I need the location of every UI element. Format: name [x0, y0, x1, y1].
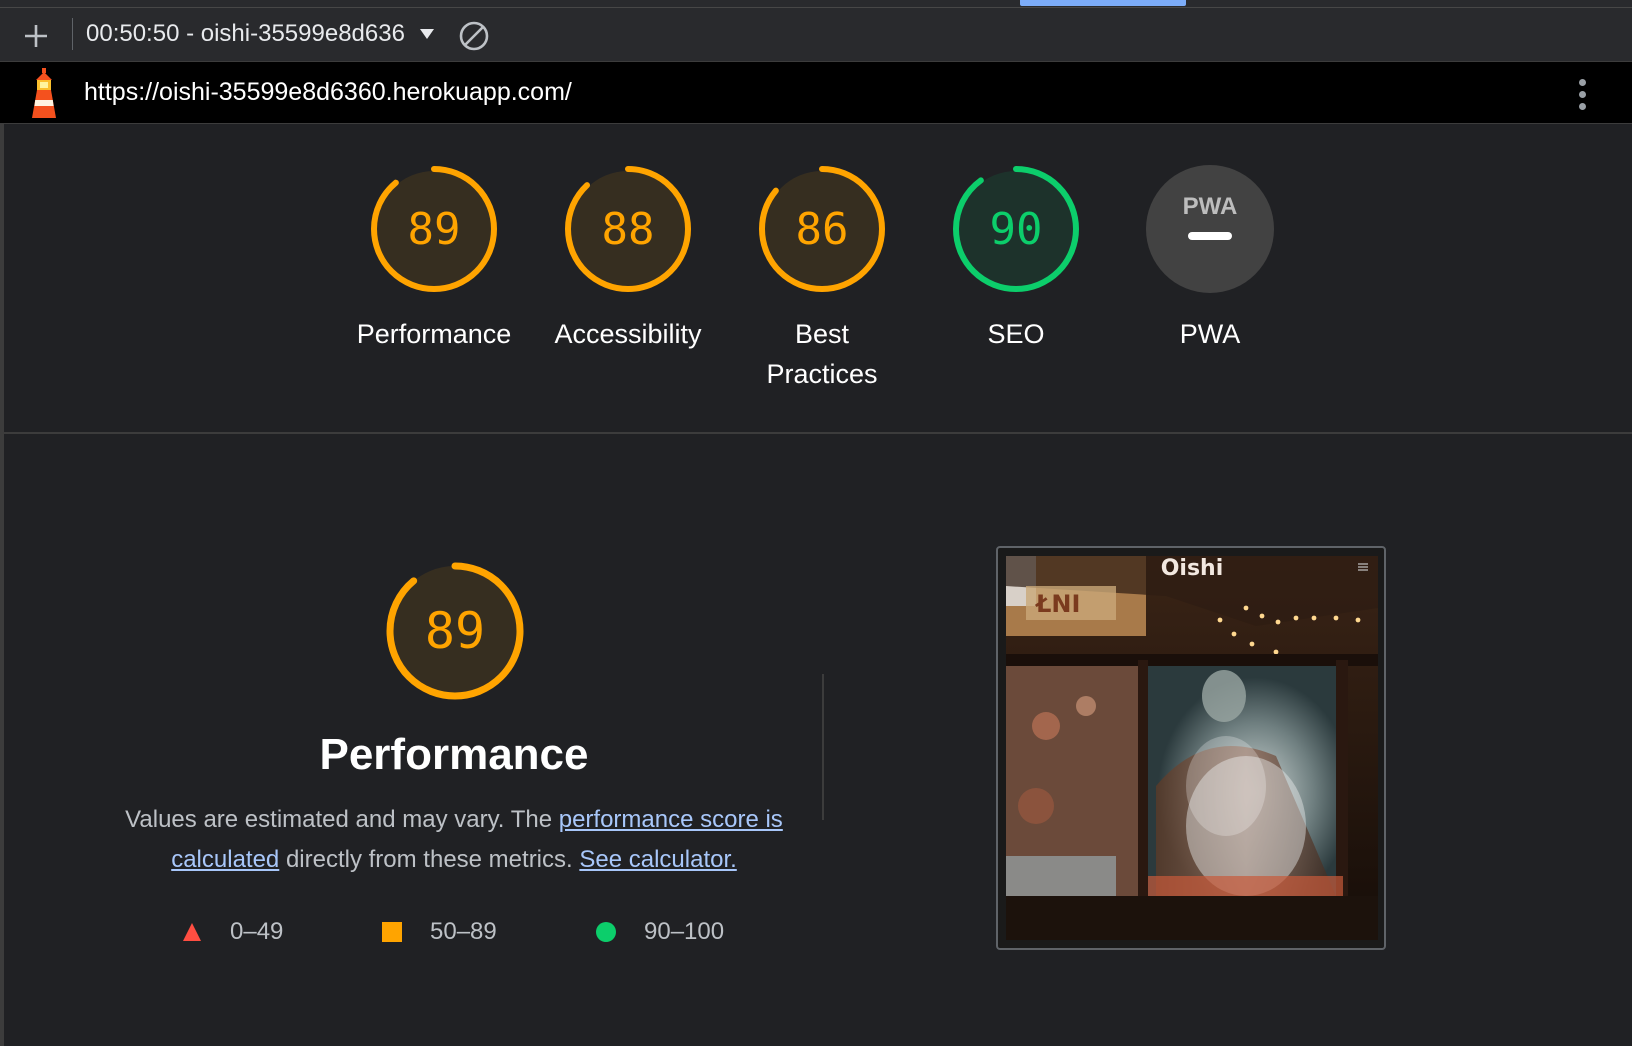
report-url[interactable]: https://oishi-35599e8d6360.herokuapp.com… — [84, 78, 572, 107]
gauge-label: Best Practices — [766, 319, 878, 389]
gauge-performance[interactable]: 89 Performance — [344, 164, 524, 354]
gauge-label: Performance — [356, 319, 512, 349]
chevron-down-icon — [420, 29, 434, 39]
screenshot-brand: Oishi — [1160, 556, 1224, 581]
gauge-score: 88 — [602, 204, 655, 255]
gauge-ring: 86 — [759, 166, 885, 292]
gauge-score: 86 — [796, 204, 849, 255]
new-report-button[interactable] — [18, 18, 54, 54]
gauge-label: SEO — [987, 319, 1045, 349]
plus-icon — [25, 25, 47, 47]
legend-average: 50–89 — [382, 918, 497, 946]
performance-gauge-score: 89 — [425, 602, 485, 660]
toolbar-divider — [72, 18, 73, 50]
performance-gauge: 89 — [386, 562, 524, 700]
performance-description: Values are estimated and may vary. The p… — [114, 800, 794, 880]
legend-fail: 0–49 — [182, 918, 283, 946]
description-text-middle: directly from these metrics. — [279, 846, 580, 873]
triangle-icon — [183, 923, 201, 941]
gauge-ring: PWA — [1146, 165, 1274, 293]
performance-title: Performance — [319, 730, 589, 779]
legend-range: 90–100 — [644, 918, 725, 945]
gauge-label: PWA — [1179, 319, 1241, 349]
gauge-pwa[interactable]: PWA PWA — [1120, 164, 1300, 354]
clear-reports-button[interactable] — [456, 18, 492, 54]
score-legend: 0–49 50–89 90–100 — [182, 918, 762, 958]
report-selector-label: 00:50:50 - oishi-35599e8d636 — [86, 20, 405, 47]
report-selector[interactable]: 00:50:50 - oishi-35599e8d636 — [86, 18, 434, 50]
legend-range: 0–49 — [230, 918, 284, 945]
dash-icon — [1188, 232, 1232, 240]
see-calculator-link[interactable]: See calculator. — [579, 846, 736, 873]
gauge-accessibility[interactable]: 88 Accessibility — [538, 164, 718, 354]
legend-range: 50–89 — [430, 918, 497, 945]
gauge-score: 90 — [990, 204, 1043, 255]
gauge-ring: 89 — [371, 166, 497, 292]
gauge-label: Accessibility — [554, 319, 702, 349]
tab-strip — [0, 0, 1632, 8]
kebab-menu-icon[interactable] — [1570, 76, 1594, 112]
gauge-score: 89 — [408, 204, 461, 255]
score-gauges: 89 Performance 88 Accessibility 86 Best Pract… — [0, 124, 1632, 434]
block-icon — [459, 21, 489, 51]
svg-text:ŁNI: ŁNI — [1034, 590, 1080, 618]
gauge-ring: 90 — [953, 166, 1079, 292]
final-screenshot[interactable]: ŁNI Oishi — [996, 546, 1386, 950]
devtools-toolbar: 00:50:50 - oishi-35599e8d636 — [0, 0, 1632, 62]
legend-pass: 90–100 — [596, 918, 724, 946]
description-text: Values are estimated and may vary. The — [125, 806, 559, 833]
hamburger-icon — [1358, 563, 1368, 571]
restaurant-photo: ŁNI — [1006, 556, 1378, 940]
square-icon — [382, 922, 402, 942]
pwa-badge-icon: PWA — [1183, 193, 1238, 220]
lighthouse-icon — [32, 68, 56, 118]
screenshot-image: ŁNI Oishi — [1006, 556, 1378, 940]
performance-section: 89 Performance Values are estimated and … — [0, 434, 1632, 1046]
gauge-best-practices[interactable]: 86 Best Practices — [732, 164, 912, 394]
active-tab-indicator — [1020, 0, 1186, 6]
section-divider — [822, 674, 824, 820]
url-bar: https://oishi-35599e8d6360.herokuapp.com… — [0, 62, 1632, 124]
gauge-seo[interactable]: 90 SEO — [926, 164, 1106, 354]
gauge-ring: 88 — [565, 166, 691, 292]
circle-icon — [596, 922, 616, 942]
